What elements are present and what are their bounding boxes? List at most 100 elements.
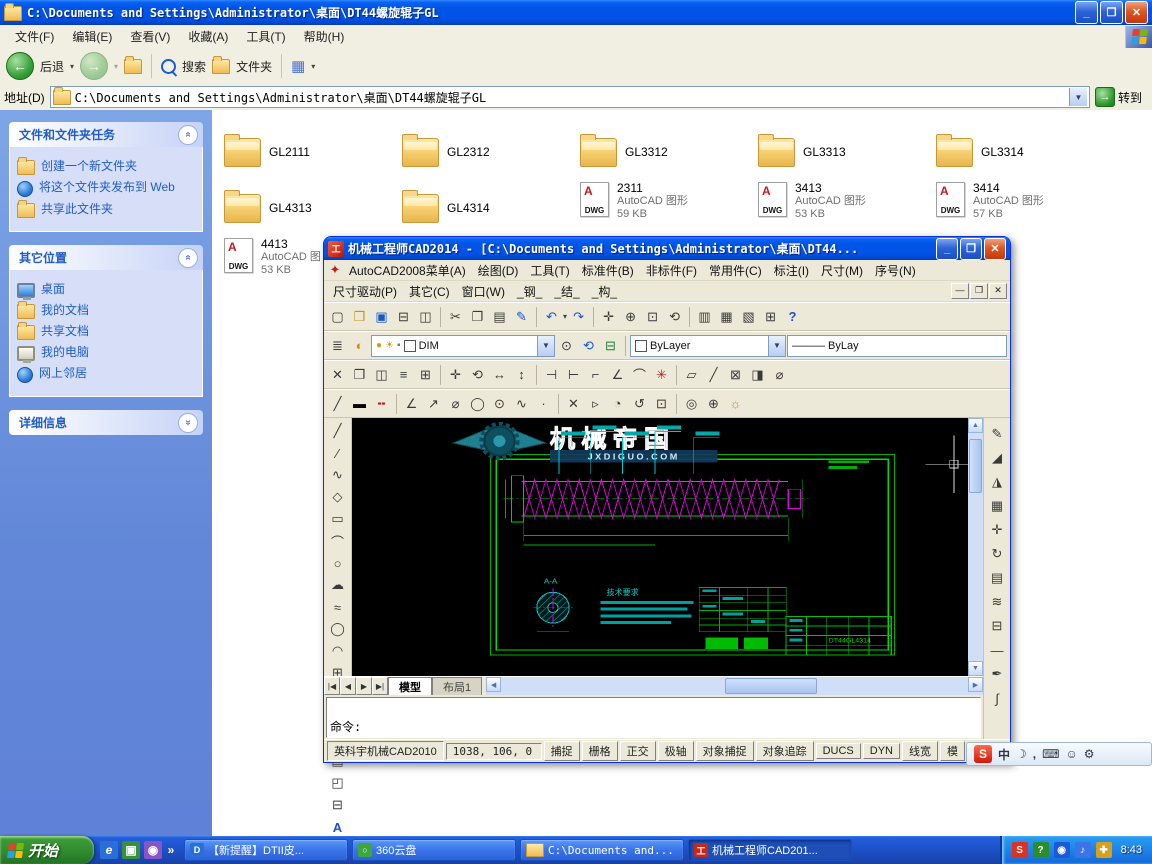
plot-preview-icon[interactable]: ◫	[415, 306, 436, 327]
table-cell-icon[interactable]: ⊟	[986, 616, 1008, 636]
trim-icon[interactable]: ⊣	[541, 364, 562, 385]
line-icon[interactable]: ╱	[327, 420, 349, 442]
circle-icon[interactable]: ○	[327, 552, 349, 574]
toggle-snap[interactable]: 捕捉	[543, 741, 580, 761]
task-share-folder[interactable]: 共享此文件夹	[17, 200, 198, 218]
close-button[interactable]: ✕	[1125, 1, 1148, 24]
layer-states-icon[interactable]: ◐	[349, 335, 370, 356]
quicklaunch-more-icon[interactable]: »	[166, 841, 176, 859]
break-icon[interactable]: ⌐	[585, 364, 606, 385]
open-file-icon[interactable]: ❒	[349, 306, 370, 327]
revision-cloud-icon[interactable]: ☁	[327, 574, 349, 596]
punctuation-icon[interactable]: ,	[1033, 747, 1036, 761]
grid-blocks-icon[interactable]: ▦	[986, 496, 1008, 516]
plot-icon[interactable]: ⊟	[393, 306, 414, 327]
dim-diameter-icon[interactable]: ⌀	[769, 364, 790, 385]
mtext-icon[interactable]: A	[327, 816, 349, 838]
dim-linear-icon[interactable]: ▱	[681, 364, 702, 385]
show-desktop-icon[interactable]: ▣	[122, 841, 140, 859]
paste-icon[interactable]: ▤	[489, 306, 510, 327]
menu-draw[interactable]: 绘图(D)	[472, 260, 525, 281]
helper-tray-icon[interactable]: ?	[1032, 842, 1049, 858]
start-button[interactable]: 开始	[0, 836, 94, 864]
stretch-icon[interactable]: ↕	[511, 364, 532, 385]
dim-aligned-icon[interactable]: ╱	[703, 364, 724, 385]
cad-restore-button[interactable]: ❐	[960, 237, 982, 260]
go-button[interactable]: → 转到	[1094, 87, 1148, 107]
views-icon[interactable]: ▦	[291, 59, 305, 74]
make-layer-current-icon[interactable]: ⊙	[556, 335, 577, 356]
pan-icon[interactable]: ✛	[598, 306, 619, 327]
folder-tile[interactable]: GL2312	[400, 124, 578, 180]
keyboard-icon[interactable]: ⌨	[1042, 747, 1059, 761]
center-mark-icon[interactable]: ⊙	[489, 393, 510, 414]
command-window[interactable]: 命令:	[326, 697, 981, 738]
place-shared-documents[interactable]: 共享文档	[17, 322, 198, 340]
design-center-icon[interactable]: ▦	[716, 306, 737, 327]
taper-icon[interactable]: ◮	[986, 472, 1008, 492]
layer-isolate-icon[interactable]: ⊟	[600, 335, 621, 356]
line-sample-icon[interactable]: ╱	[327, 393, 348, 414]
vertical-scrollbar[interactable]: ▲ ▼	[968, 418, 983, 676]
color-combo[interactable]: ByLayer ▼	[630, 334, 786, 357]
redo-icon[interactable]: ↷	[568, 306, 589, 327]
task-button-dtii[interactable]: D 【新提醒】DTII皮...	[184, 839, 348, 861]
menu-gou[interactable]: _构_	[586, 281, 623, 302]
toggle-lineweight[interactable]: 线宽	[901, 741, 938, 761]
integral-icon[interactable]: ∫	[986, 688, 1008, 708]
zoom-realtime-icon[interactable]: ⊕	[620, 306, 641, 327]
next-tab-icon[interactable]: ▶	[356, 677, 372, 695]
folder-tile[interactable]: GL2111	[222, 124, 400, 180]
security-tray-icon[interactable]: ✚	[1095, 842, 1112, 858]
slope-icon[interactable]: ◢	[986, 448, 1008, 468]
place-desktop[interactable]: 桌面	[17, 282, 198, 300]
task-button-cad[interactable]: 工 机械工程师CAD201...	[688, 839, 852, 861]
menu-autocad2008[interactable]: AutoCAD2008菜单(A)	[343, 260, 472, 281]
collapse-chevron-icon[interactable]: »	[178, 124, 198, 145]
other-places-header[interactable]: 其它位置 »	[9, 245, 203, 270]
back-label[interactable]: 后退	[40, 58, 64, 75]
toggle-osnap[interactable]: 对象捕捉	[695, 741, 754, 761]
region-icon[interactable]: ⊡	[651, 393, 672, 414]
address-input[interactable]: C:\Documents and Settings\Administrator\…	[49, 86, 1090, 108]
update-tray-icon[interactable]: ◉	[1053, 842, 1070, 858]
properties-icon[interactable]: ▥	[694, 306, 715, 327]
toggle-grid[interactable]: 栅格	[581, 741, 618, 761]
move-icon[interactable]: ✛	[445, 364, 466, 385]
place-network[interactable]: 网上邻居	[17, 366, 198, 383]
rectangle-icon[interactable]: ▭	[327, 508, 349, 530]
sogou-ime-icon[interactable]: S	[974, 745, 992, 763]
undo-icon[interactable]: ↶	[541, 306, 562, 327]
menu-common-parts[interactable]: 常用件(C)	[703, 260, 768, 281]
chamfer-icon[interactable]: ∠	[607, 364, 628, 385]
search-icon[interactable]	[161, 58, 177, 74]
menu-annotate[interactable]: 标注(I)	[768, 260, 815, 281]
cad-titlebar[interactable]: 工 机械工程师CAD2014 - [C:\Documents and Setti…	[324, 237, 1010, 260]
task-new-folder[interactable]: 创建一个新文件夹	[17, 157, 198, 175]
polyline-icon[interactable]: ∿	[327, 464, 349, 486]
toggle-model[interactable]: 模	[939, 741, 965, 761]
move-tool-icon[interactable]: ✛	[986, 520, 1008, 540]
views-dropdown-icon[interactable]: ▾	[311, 62, 315, 71]
horizontal-scrollbar[interactable]: ◀ ▶	[486, 677, 983, 695]
address-dropdown-icon[interactable]: ▼	[1068, 88, 1087, 106]
diameter-icon[interactable]: ⌀	[445, 393, 466, 414]
delete-tool-icon[interactable]: ✕	[563, 393, 584, 414]
emoticon-icon[interactable]: ☺	[1065, 747, 1077, 761]
match-properties-icon[interactable]: ✎	[511, 306, 532, 327]
forward-dropdown-icon[interactable]: ▾	[114, 62, 118, 71]
file-tasks-header[interactable]: 文件和文件夹任务 »	[9, 122, 203, 147]
folder-tile[interactable]: GL4313	[222, 180, 400, 236]
place-my-documents[interactable]: 我的文档	[17, 301, 198, 319]
first-tab-icon[interactable]: |◀	[324, 677, 340, 695]
save-icon[interactable]: ▣	[371, 306, 392, 327]
settings-gear-icon[interactable]: ⚙	[1084, 747, 1095, 761]
ellipse-icon[interactable]: ◯	[327, 618, 349, 640]
erase-icon[interactable]: ✕	[327, 364, 348, 385]
layer-combo[interactable]: ● ☀ ▪ DIM ▼	[371, 334, 555, 357]
point-tool-icon[interactable]: ·	[533, 393, 554, 414]
menu-window[interactable]: 窗口(W)	[456, 281, 511, 302]
toggle-polar[interactable]: 极轴	[657, 741, 694, 761]
play-icon[interactable]: ▹	[585, 393, 606, 414]
undo-dropdown-icon[interactable]: ▾	[563, 312, 567, 321]
